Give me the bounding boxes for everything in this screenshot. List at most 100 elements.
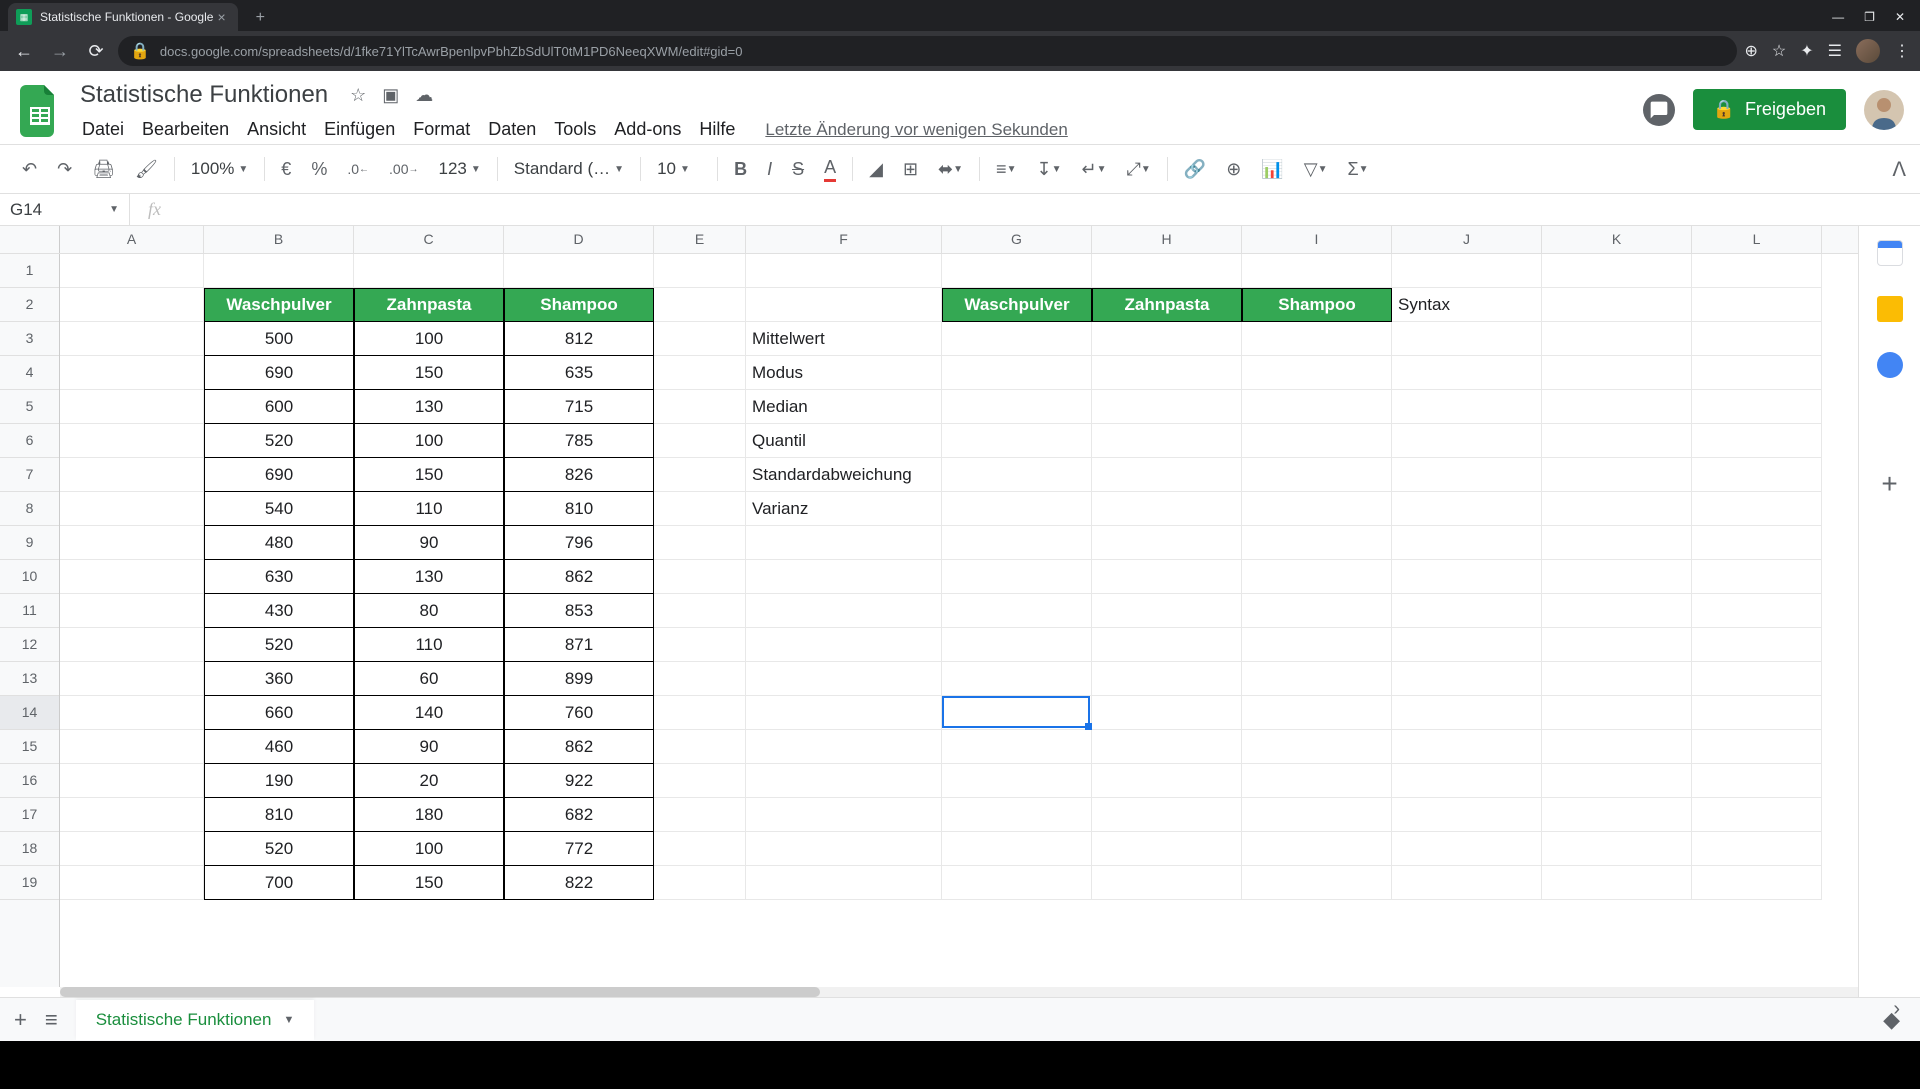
cell-H14[interactable] [1092, 696, 1242, 730]
horizontal-scrollbar[interactable] [60, 987, 1858, 997]
cell-I6[interactable] [1242, 424, 1392, 458]
cell-D11[interactable]: 853 [504, 594, 654, 628]
zoom-icon[interactable]: ⊕ [1745, 41, 1758, 61]
column-header-B[interactable]: B [204, 226, 354, 253]
cell-D5[interactable]: 715 [504, 390, 654, 424]
insert-link-button[interactable]: 🔗 [1176, 153, 1214, 186]
cell-A15[interactable] [60, 730, 204, 764]
cell-H10[interactable] [1092, 560, 1242, 594]
cell-B2[interactable]: Waschpulver [204, 288, 354, 322]
cell-C16[interactable]: 20 [354, 764, 504, 798]
cell-G15[interactable] [942, 730, 1092, 764]
column-header-C[interactable]: C [354, 226, 504, 253]
cell-F4[interactable]: Modus [746, 356, 942, 390]
cell-E16[interactable] [654, 764, 746, 798]
percent-button[interactable]: % [303, 153, 335, 186]
cell-K1[interactable] [1542, 254, 1692, 288]
cell-K13[interactable] [1542, 662, 1692, 696]
cell-L14[interactable] [1692, 696, 1822, 730]
cell-G13[interactable] [942, 662, 1092, 696]
cell-B14[interactable]: 660 [204, 696, 354, 730]
cell-A5[interactable] [60, 390, 204, 424]
number-format-select[interactable]: 123 ▼ [430, 155, 488, 183]
column-header-F[interactable]: F [746, 226, 942, 253]
reading-list-icon[interactable]: ☰ [1828, 41, 1842, 61]
row-header-18[interactable]: 18 [0, 832, 59, 866]
cell-L10[interactable] [1692, 560, 1822, 594]
cell-J4[interactable] [1392, 356, 1542, 390]
keep-icon[interactable] [1877, 296, 1903, 322]
cell-H16[interactable] [1092, 764, 1242, 798]
cell-H17[interactable] [1092, 798, 1242, 832]
print-button[interactable]: 🖨 [84, 153, 123, 186]
cell-L1[interactable] [1692, 254, 1822, 288]
cell-C11[interactable]: 80 [354, 594, 504, 628]
cell-G14[interactable] [942, 696, 1092, 730]
cell-A19[interactable] [60, 866, 204, 900]
collapse-toolbar-button[interactable]: ᐱ [1892, 157, 1906, 182]
row-header-5[interactable]: 5 [0, 390, 59, 424]
cell-L17[interactable] [1692, 798, 1822, 832]
browser-menu-icon[interactable]: ⋮ [1894, 41, 1910, 61]
cell-K18[interactable] [1542, 832, 1692, 866]
cell-E4[interactable] [654, 356, 746, 390]
column-header-L[interactable]: L [1692, 226, 1822, 253]
cell-D6[interactable]: 785 [504, 424, 654, 458]
text-rotation-button[interactable]: ⤢ ▼ [1118, 153, 1158, 186]
cell-L7[interactable] [1692, 458, 1822, 492]
column-header-J[interactable]: J [1392, 226, 1542, 253]
cell-D15[interactable]: 862 [504, 730, 654, 764]
cell-A8[interactable] [60, 492, 204, 526]
cell-A4[interactable] [60, 356, 204, 390]
cell-J7[interactable] [1392, 458, 1542, 492]
browser-profile[interactable] [1856, 39, 1880, 63]
cell-D8[interactable]: 810 [504, 492, 654, 526]
cell-G11[interactable] [942, 594, 1092, 628]
cell-E10[interactable] [654, 560, 746, 594]
cell-B1[interactable] [204, 254, 354, 288]
horizontal-align-button[interactable]: ≡ ▼ [988, 153, 1024, 186]
vertical-align-button[interactable]: ↧ ▼ [1028, 153, 1069, 186]
cell-G1[interactable] [942, 254, 1092, 288]
all-sheets-menu[interactable]: ≡ [45, 1007, 58, 1033]
cell-L3[interactable] [1692, 322, 1822, 356]
select-all-corner[interactable] [0, 226, 60, 253]
cell-G19[interactable] [942, 866, 1092, 900]
row-header-4[interactable]: 4 [0, 356, 59, 390]
cell-C18[interactable]: 100 [354, 832, 504, 866]
row-header-19[interactable]: 19 [0, 866, 59, 900]
increase-decimal-button[interactable]: .00→ [381, 155, 426, 183]
row-header-9[interactable]: 9 [0, 526, 59, 560]
column-header-A[interactable]: A [60, 226, 204, 253]
cell-G18[interactable] [942, 832, 1092, 866]
row-header-11[interactable]: 11 [0, 594, 59, 628]
cell-I17[interactable] [1242, 798, 1392, 832]
cell-C14[interactable]: 140 [354, 696, 504, 730]
column-header-I[interactable]: I [1242, 226, 1392, 253]
cell-D13[interactable]: 899 [504, 662, 654, 696]
cell-J18[interactable] [1392, 832, 1542, 866]
cell-C17[interactable]: 180 [354, 798, 504, 832]
cell-K17[interactable] [1542, 798, 1692, 832]
sheets-logo[interactable] [16, 79, 64, 143]
cell-E1[interactable] [654, 254, 746, 288]
cell-I19[interactable] [1242, 866, 1392, 900]
cell-C7[interactable]: 150 [354, 458, 504, 492]
row-header-8[interactable]: 8 [0, 492, 59, 526]
cell-D17[interactable]: 682 [504, 798, 654, 832]
cell-L11[interactable] [1692, 594, 1822, 628]
cell-D4[interactable]: 635 [504, 356, 654, 390]
menu-daten[interactable]: Daten [480, 115, 544, 144]
cell-L13[interactable] [1692, 662, 1822, 696]
url-field[interactable]: 🔒 docs.google.com/spreadsheets/d/1fke71Y… [118, 36, 1737, 66]
cell-I18[interactable] [1242, 832, 1392, 866]
row-header-12[interactable]: 12 [0, 628, 59, 662]
cell-C6[interactable]: 100 [354, 424, 504, 458]
cell-E9[interactable] [654, 526, 746, 560]
cell-B11[interactable]: 430 [204, 594, 354, 628]
row-header-1[interactable]: 1 [0, 254, 59, 288]
cell-L6[interactable] [1692, 424, 1822, 458]
cell-H8[interactable] [1092, 492, 1242, 526]
cell-I12[interactable] [1242, 628, 1392, 662]
cell-F6[interactable]: Quantil [746, 424, 942, 458]
